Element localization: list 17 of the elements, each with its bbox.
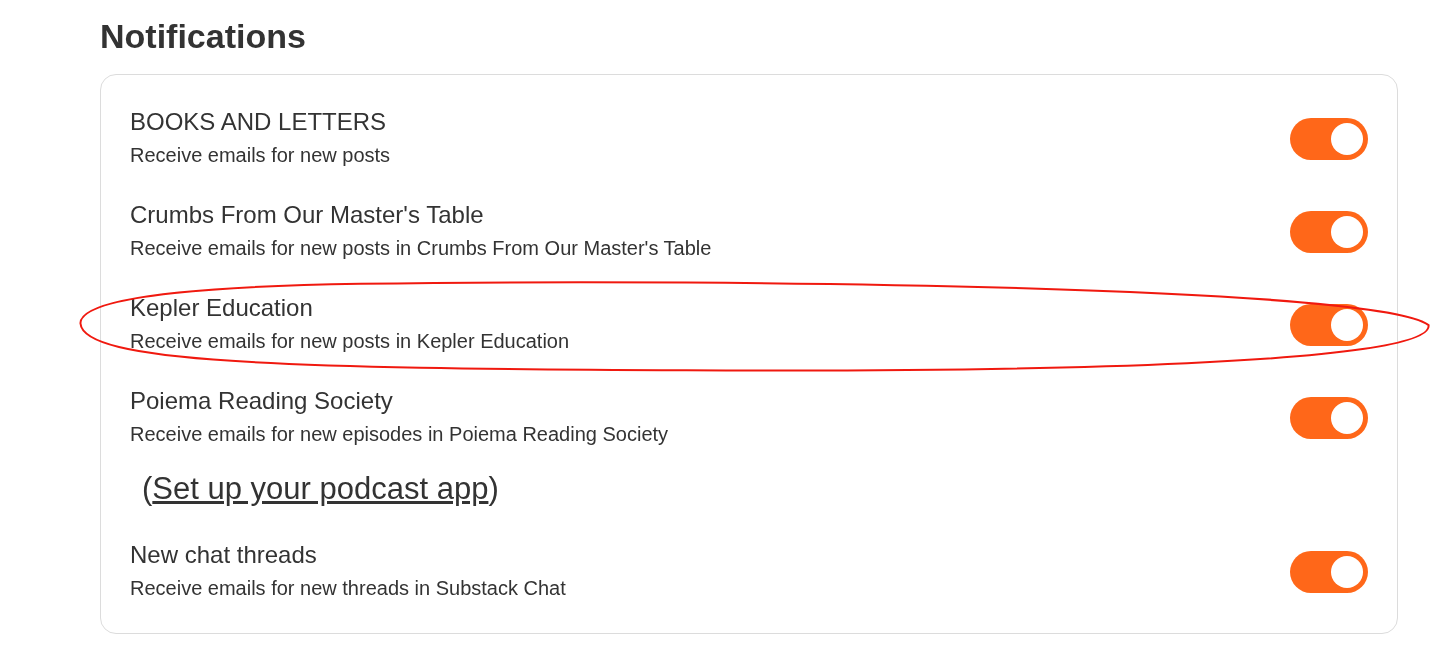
newsletter-name: Poiema Reading Society <box>130 386 394 416</box>
newsletter-name: New chat threads <box>130 540 318 570</box>
newsletter-description: Receive emails for new episodes in Poiema Reading Society <box>130 422 669 446</box>
newsletter-name: BOOKS AND LETTERS <box>130 107 388 137</box>
section-title: Notifications <box>100 16 307 57</box>
toggle-switch[interactable] <box>1290 304 1368 346</box>
toggle-switch[interactable] <box>1290 211 1368 253</box>
newsletter-name: Kepler Education <box>130 293 314 323</box>
newsletter-description: Receive emails for new posts in Kepler Education <box>130 329 570 353</box>
toggle-switch[interactable] <box>1290 118 1368 160</box>
newsletter-description: Receive emails for new posts <box>130 143 391 167</box>
toggle-switch[interactable] <box>1290 551 1368 593</box>
newsletter-name: Crumbs From Our Master's Table <box>130 200 485 230</box>
newsletter-description: Receive emails for new posts in Crumbs From Our Master's Table <box>130 236 712 260</box>
newsletter-description: Receive emails for new threads in Substack Chat <box>130 576 566 600</box>
podcast-setup-link[interactable]: (Set up your podcast app) <box>142 471 499 507</box>
toggle-switch[interactable] <box>1290 397 1368 439</box>
